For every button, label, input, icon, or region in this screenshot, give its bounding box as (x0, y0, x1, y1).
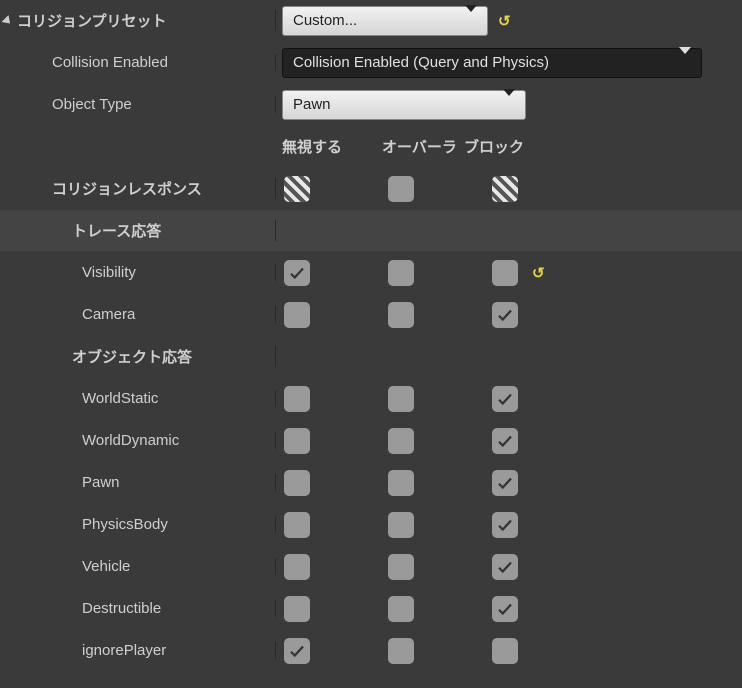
object-response-row: ignorePlayer (0, 630, 742, 672)
object-response-overlap-checkbox[interactable] (388, 428, 414, 454)
collision-enabled-label: Collision Enabled (4, 54, 168, 71)
object-type-value: Pawn (293, 96, 331, 113)
collision-enabled-value: Collision Enabled (Query and Physics) (293, 54, 549, 71)
object-response-label: Pawn (4, 474, 120, 491)
object-response-row: PhysicsBody (0, 504, 742, 546)
column-headers-row: 無視する オーバーラ ブロック (0, 126, 742, 168)
object-response-block-checkbox[interactable] (492, 428, 518, 454)
collision-responses-block-checkbox[interactable] (492, 176, 518, 202)
col-header-ignore: 無視する (282, 136, 380, 157)
object-response-overlap-checkbox[interactable] (388, 596, 414, 622)
object-response-block-checkbox[interactable] (492, 512, 518, 538)
object-response-row: Vehicle (0, 546, 742, 588)
object-response-row: Destructible (0, 588, 742, 630)
collision-responses-overlap-checkbox[interactable] (388, 176, 414, 202)
object-response-ignore-checkbox[interactable] (284, 554, 310, 580)
object-response-label: WorldStatic (4, 390, 158, 407)
object-response-overlap-checkbox[interactable] (388, 512, 414, 538)
chevron-down-icon (503, 89, 515, 113)
preset-title: コリジョンプリセット (17, 10, 167, 31)
object-type-row: Object Type Pawn (0, 84, 742, 126)
trace-response-label: Visibility (4, 264, 136, 281)
collision-responses-label: コリジョンレスポンス (4, 178, 202, 199)
object-response-ignore-checkbox[interactable] (284, 638, 310, 664)
chevron-down-icon (465, 5, 477, 29)
collision-preset-panel: コリジョンプリセット Custom... ↺ Collision Enabled… (0, 0, 742, 672)
object-response-label: PhysicsBody (4, 516, 168, 533)
object-response-overlap-checkbox[interactable] (388, 554, 414, 580)
object-response-row: Pawn (0, 462, 742, 504)
reset-icon[interactable]: ↺ (498, 12, 511, 30)
preset-row: コリジョンプリセット Custom... ↺ (0, 0, 742, 42)
trace-response-block-checkbox[interactable] (492, 260, 518, 286)
preset-value: Custom... (293, 12, 357, 29)
object-response-overlap-checkbox[interactable] (388, 638, 414, 664)
trace-response-label: Camera (4, 306, 135, 323)
object-response-label: Vehicle (4, 558, 130, 575)
trace-response-overlap-checkbox[interactable] (388, 302, 414, 328)
object-response-ignore-checkbox[interactable] (284, 428, 310, 454)
object-type-label: Object Type (4, 96, 132, 113)
collision-responses-ignore-checkbox[interactable] (284, 176, 310, 202)
object-response-label: WorldDynamic (4, 432, 179, 449)
object-response-ignore-checkbox[interactable] (284, 596, 310, 622)
object-response-ignore-checkbox[interactable] (284, 470, 310, 496)
object-response-ignore-checkbox[interactable] (284, 386, 310, 412)
trace-response-overlap-checkbox[interactable] (388, 260, 414, 286)
reset-icon[interactable]: ↺ (532, 264, 545, 282)
object-response-overlap-checkbox[interactable] (388, 386, 414, 412)
chevron-down-icon (679, 47, 691, 71)
preset-dropdown[interactable]: Custom... (282, 6, 488, 36)
collision-enabled-row: Collision Enabled Collision Enabled (Que… (0, 42, 742, 84)
trace-response-block-checkbox[interactable] (492, 302, 518, 328)
object-response-row: WorldStatic (0, 378, 742, 420)
trace-section-label: トレース応答 (4, 220, 161, 241)
collision-enabled-dropdown[interactable]: Collision Enabled (Query and Physics) (282, 48, 702, 78)
trace-response-ignore-checkbox[interactable] (284, 260, 310, 286)
trace-section-row: トレース応答 (0, 210, 742, 252)
object-response-block-checkbox[interactable] (492, 596, 518, 622)
object-response-label: ignorePlayer (4, 642, 166, 659)
object-response-ignore-checkbox[interactable] (284, 512, 310, 538)
col-header-block: ブロック (464, 136, 562, 157)
object-response-block-checkbox[interactable] (492, 554, 518, 580)
trace-response-ignore-checkbox[interactable] (284, 302, 310, 328)
object-response-block-checkbox[interactable] (492, 470, 518, 496)
object-response-block-checkbox[interactable] (492, 638, 518, 664)
object-response-overlap-checkbox[interactable] (388, 470, 414, 496)
object-section-label: オブジェクト応答 (4, 346, 192, 367)
collision-responses-row: コリジョンレスポンス (0, 168, 742, 210)
expander-icon[interactable] (1, 14, 13, 26)
object-type-dropdown[interactable]: Pawn (282, 90, 526, 120)
trace-response-row: Camera (0, 294, 742, 336)
trace-response-row: Visibility ↺ (0, 252, 742, 294)
object-section-row: オブジェクト応答 (0, 336, 742, 378)
object-response-block-checkbox[interactable] (492, 386, 518, 412)
object-response-row: WorldDynamic (0, 420, 742, 462)
object-response-label: Destructible (4, 600, 161, 617)
